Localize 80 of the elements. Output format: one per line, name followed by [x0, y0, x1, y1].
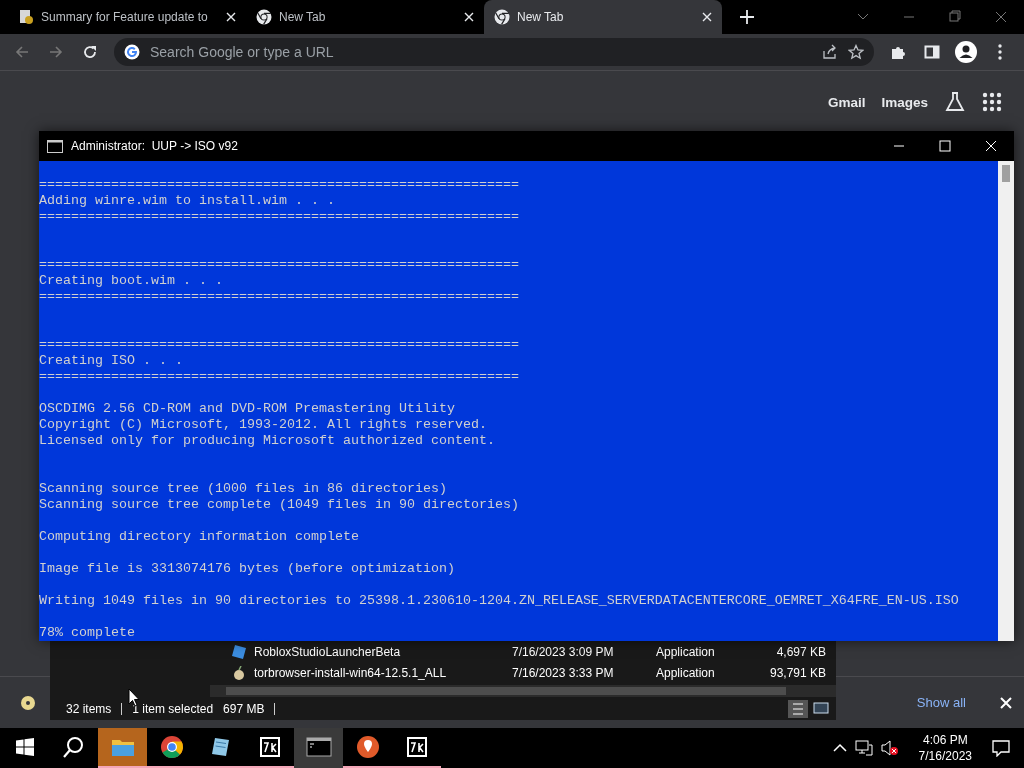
folder-icon	[110, 737, 135, 757]
header-link[interactable]: Images	[881, 94, 928, 110]
header-link[interactable]: Gmail	[827, 94, 866, 110]
chevron-up-icon[interactable]	[832, 743, 847, 753]
windows-start-icon[interactable]	[15, 738, 34, 756]
address-bar[interactable]: Search Google or type a URL	[114, 38, 874, 66]
console-line: ============================================================	[39, 209, 519, 224]
onion-icon	[232, 665, 246, 680]
profile-icon[interactable]	[955, 41, 977, 63]
file-name: RobloxStudioLauncherBeta	[253, 644, 402, 659]
console-line: ============================================================	[39, 369, 519, 384]
console-line: Scanning source tree (1000 files in 86 directories)	[39, 481, 447, 496]
show-all-button[interactable]: Show all	[908, 691, 974, 714]
browser-tab[interactable]: New Tab	[246, 0, 484, 34]
console-line: ============================================================	[39, 177, 519, 192]
close-icon[interactable]	[464, 12, 474, 22]
console-icon	[47, 139, 63, 153]
archive-icon	[258, 736, 281, 758]
file-row[interactable]: RobloxStudioLauncherBeta 7/16/2023 3:09 PM Application 4,697 KB	[210, 641, 836, 662]
console-line: Computing directory information complete	[39, 529, 359, 544]
vertical-scrollbar[interactable]	[998, 161, 1014, 641]
file-type: Application	[656, 665, 716, 680]
file-date: 7/16/2023 3:09 PM	[512, 644, 615, 659]
star-icon[interactable]	[848, 44, 864, 60]
details-view-icon[interactable]	[788, 699, 808, 718]
network-icon[interactable]	[854, 740, 873, 756]
chrome-icon	[494, 9, 510, 25]
console-line: ============================================================	[39, 289, 519, 304]
taskbar-button[interactable]	[294, 728, 343, 768]
console-line: 78% complete	[39, 625, 135, 640]
console-line: ============================================================	[39, 337, 519, 352]
google-icon	[124, 44, 140, 60]
back-icon[interactable]	[14, 44, 30, 60]
side-panel-icon[interactable]	[924, 44, 940, 60]
chrome-icon	[256, 9, 272, 25]
console-line: Writing 1049 files in 90 directories to 25398.1.230610-1204.ZN_RELEASE_SERVERDATACENTERCORE_OEMRET_X64FRE_EN-US.ISO	[39, 593, 959, 608]
flask-icon[interactable]	[944, 91, 966, 113]
close-icon[interactable]	[702, 12, 712, 22]
console-line: Creating boot.wim . . .	[39, 273, 223, 288]
close-icon[interactable]	[226, 12, 236, 22]
disc-icon	[20, 694, 36, 711]
forward-icon[interactable]	[48, 44, 64, 60]
console-line: ============================================================	[39, 257, 519, 272]
search-icon[interactable]	[62, 736, 85, 758]
notification-icon[interactable]	[992, 739, 1010, 757]
console-line: Adding winre.wim to install.wim . . .	[39, 193, 335, 208]
thumbnail-view-icon[interactable]	[812, 699, 830, 716]
horizontal-scrollbar[interactable]	[210, 685, 836, 697]
file-size: 93,791 KB	[768, 665, 826, 680]
file-size: 4,697 KB	[775, 644, 826, 659]
browser-tab[interactable]: Summary for Feature update to	[8, 0, 246, 34]
address-field[interactable]: Search Google or type a URL	[150, 44, 812, 60]
selection-size: 697 MB	[223, 701, 265, 716]
window-title: Administrator: UUP -> ISO v92	[71, 139, 238, 153]
clock[interactable]: 4:06 PM 7/16/2023	[906, 732, 984, 764]
browser-tab[interactable]: New Tab	[484, 0, 722, 34]
menu-icon[interactable]	[998, 44, 1002, 60]
reload-icon[interactable]	[82, 44, 98, 60]
puzzle-icon[interactable]	[890, 44, 906, 60]
muted-speaker-icon[interactable]	[880, 740, 899, 756]
new-tab-icon[interactable]	[740, 10, 754, 24]
console-icon	[305, 737, 332, 757]
share-icon[interactable]	[822, 44, 838, 60]
console-line: Copyright (C) Microsoft, 1993-2012. All rights reserved.	[39, 417, 487, 432]
console-line: Scanning source tree complete (1049 files in 90 directories)	[39, 497, 519, 512]
file-type: Application	[656, 644, 716, 659]
console-line: OSCDIMG 2.56 CD-ROM and DVD-ROM Premastering Utility	[39, 401, 455, 416]
document-icon	[18, 9, 34, 25]
item-count: 32 items	[66, 701, 112, 716]
file-name: torbrowser-install-win64-12.5.1_ALL	[253, 665, 448, 680]
app-icon	[232, 644, 246, 659]
console-line: Image file is 3313074176 bytes (before optimization)	[39, 561, 455, 576]
file-row[interactable]: torbrowser-install-win64-12.5.1_ALL 7/16/2023 3:33 PM Application 93,791 KB	[210, 662, 836, 683]
map-pin-icon	[355, 735, 380, 759]
console-line: Creating ISO . . .	[39, 353, 183, 368]
console-line: Licensed only for producing Microsoft authorized content.	[39, 433, 495, 448]
archive-icon	[405, 736, 428, 758]
file-date: 7/16/2023 3:33 PM	[512, 665, 615, 680]
chrome-icon	[159, 735, 184, 759]
apps-grid-icon[interactable]	[982, 92, 1002, 112]
